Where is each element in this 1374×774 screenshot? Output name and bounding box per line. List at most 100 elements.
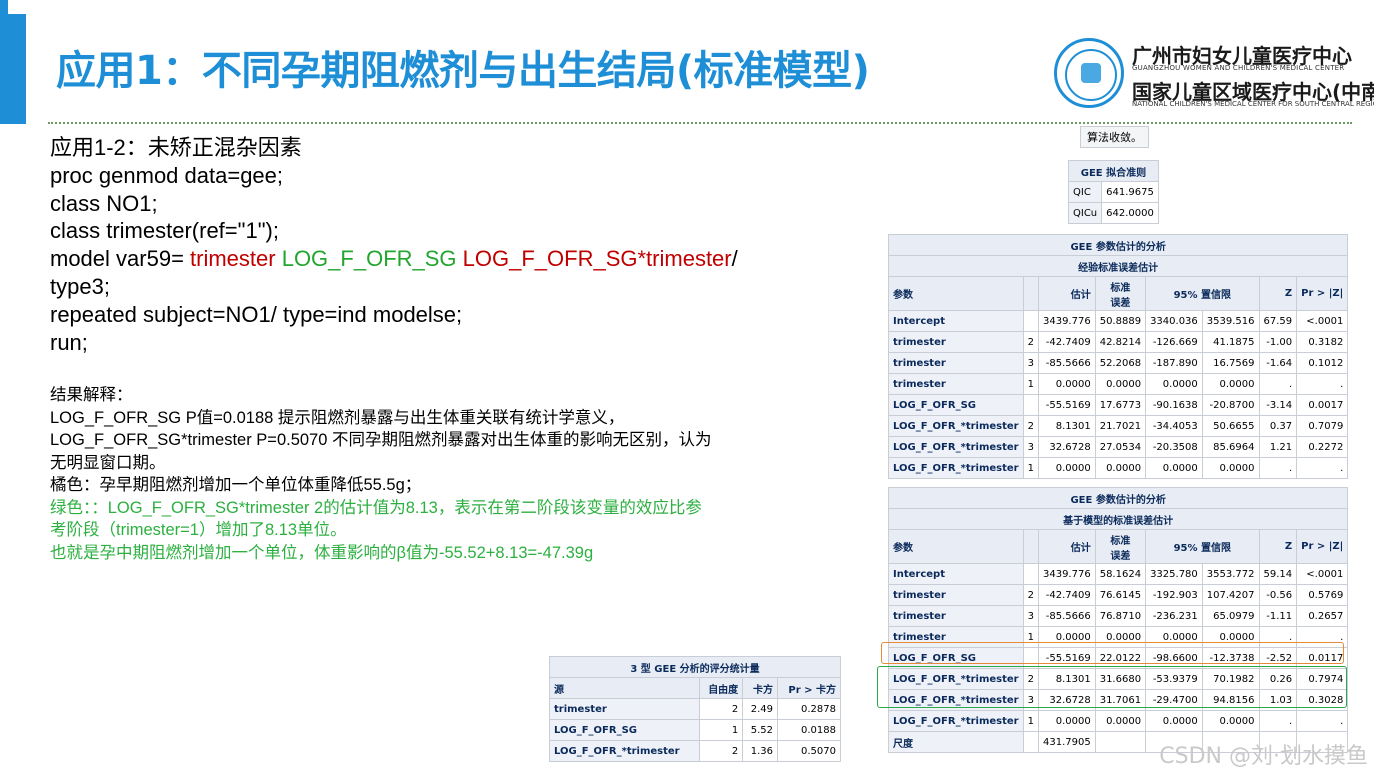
table-caption: GEE 参数估计的分析 xyxy=(887,487,1349,509)
col-z: Z xyxy=(1258,276,1298,311)
level xyxy=(1022,563,1039,585)
cell-p: 0.2272 xyxy=(1296,436,1349,458)
level xyxy=(1022,731,1039,753)
cell-lo: 3340.036 xyxy=(1145,310,1203,332)
cell-df: 2 xyxy=(698,698,744,720)
table-row: QIC 641.9675 xyxy=(1067,181,1159,203)
param-name: Intercept xyxy=(888,310,1024,332)
cell-se: 58.1624 xyxy=(1094,563,1147,585)
param-name: LOG_F_OFR_SG xyxy=(888,394,1024,416)
table-caption: GEE 参数估计的分析 xyxy=(887,234,1349,256)
cell-z: 0.37 xyxy=(1258,415,1298,437)
param-name: trimester xyxy=(888,373,1024,395)
table-row: LOG_F_OFR_*trimester 2 1.36 0.5070 xyxy=(549,740,842,762)
cell-p: . xyxy=(1296,373,1349,395)
fit-criteria-table: GEE 拟合准则 QIC 641.9675 QICu 642.0000 xyxy=(1067,160,1159,224)
explain-heading: 结果解释： xyxy=(50,386,133,404)
cell-se: 21.7021 xyxy=(1094,415,1147,437)
code-heading: 应用1-2：未矫正混杂因素 xyxy=(50,135,302,160)
code-line: repeated subject=NO1/ type=ind modelse; xyxy=(50,301,463,327)
col-ci: 95% 置信限 xyxy=(1145,529,1260,564)
cell-z: . xyxy=(1258,710,1298,732)
level: 2 xyxy=(1022,415,1039,437)
cell-p: 0.5769 xyxy=(1296,584,1349,606)
cell-se: 17.6773 xyxy=(1094,394,1147,416)
cell-hi: 16.7569 xyxy=(1201,352,1260,374)
cell-chisq: 1.36 xyxy=(742,740,778,762)
cell-se: 42.8214 xyxy=(1094,331,1147,353)
level: 2 xyxy=(1022,584,1039,606)
level xyxy=(1022,310,1039,332)
table-row: trimester 2 -42.7409 42.8214 -126.669 41.1875… xyxy=(888,331,1349,353)
cell-source: LOG_F_OFR_*trimester xyxy=(549,740,700,762)
logo-center-en: NATIONAL CHILDREN'S MEDICAL CENTER FOR S… xyxy=(1132,100,1374,108)
cell-hi: 3553.772 xyxy=(1201,563,1260,585)
table-subcaption: 经验标准误差估计 xyxy=(887,255,1349,277)
param-name: LOG_F_OFR_*trimester xyxy=(888,710,1024,732)
table-row: trimester 2 -42.7409 76.6145 -192.903 107.420… xyxy=(888,584,1349,606)
cell-est: -55.5169 xyxy=(1037,394,1096,416)
col-param: 参数 xyxy=(888,276,1024,311)
cell-hi: 0.0000 xyxy=(1201,710,1260,732)
table-row: LOG_F_OFR_SG 1 5.52 0.0188 xyxy=(549,719,842,741)
sas-code-block: 应用1-2：未矫正混杂因素 proc genmod data=gee; clas… xyxy=(50,134,738,356)
explain-green-note: 考阶段（trimester=1）增加了8.13单位。 xyxy=(50,521,347,539)
cell-lo: -20.3508 xyxy=(1145,436,1203,458)
cell-hi: 50.6655 xyxy=(1201,415,1260,437)
cell-p: 0.5070 xyxy=(776,740,842,762)
cell-lo: -34.4053 xyxy=(1145,415,1203,437)
cell-lo: -236.231 xyxy=(1145,605,1203,627)
level xyxy=(1022,394,1039,416)
table-subcaption: 基于模型的标准误差估计 xyxy=(887,508,1349,530)
cell-chisq: 2.49 xyxy=(742,698,778,720)
param-name: LOG_F_OFR_*trimester xyxy=(888,436,1024,458)
cell-p: 0.2657 xyxy=(1296,605,1349,627)
col-chisq: 卡方 xyxy=(742,677,778,699)
empirical-estimates-table: GEE 参数估计的分析 经验标准误差估计 参数 估计 标准 误差 95% 置信限 … xyxy=(887,234,1349,479)
cell-z: -1.11 xyxy=(1258,605,1298,627)
table-caption: GEE 拟合准则 xyxy=(1068,160,1159,182)
col-source: 源 xyxy=(549,677,700,699)
cell-est: 3439.776 xyxy=(1037,563,1096,585)
hospital-logo: 广州市妇女儿童医疗中心 GUANGZHOU WOMEN AND CHILDREN… xyxy=(1054,38,1374,112)
code-line-model: model var59= trimester LOG_F_OFR_SG LOG_… xyxy=(50,246,738,272)
cell-lo: 0.0000 xyxy=(1145,710,1203,732)
col-stderr: 标准 误差 xyxy=(1094,529,1147,564)
code-line: class NO1; xyxy=(50,190,158,216)
cell-hi: 0.0000 xyxy=(1201,373,1260,395)
table-row: trimester 2 2.49 0.2878 xyxy=(549,698,842,720)
cell-hi: 0.0000 xyxy=(1201,457,1260,479)
param-name: trimester xyxy=(888,331,1024,353)
code-line: class trimester(ref="1"); xyxy=(50,218,279,244)
cell-est: 8.1301 xyxy=(1037,415,1096,437)
table-row: QICu 642.0000 xyxy=(1067,202,1159,224)
cell-z: -0.56 xyxy=(1258,584,1298,606)
slide-title: 应用1：不同孕期阻燃剂与出生结局(标准模型) xyxy=(56,48,870,94)
cell-est: -42.7409 xyxy=(1037,331,1096,353)
cell-p: 0.0017 xyxy=(1296,394,1349,416)
table-row: trimester 3 -85.5666 76.8710 -236.231 65.0979… xyxy=(888,605,1349,627)
cell-hi: 41.1875 xyxy=(1201,331,1260,353)
explain-orange-note: 橘色：孕早期阻燃剂增加一个单位体重降低55.5g； xyxy=(50,476,422,494)
param-name: 尺度 xyxy=(888,731,1024,753)
cell-lo: 0.0000 xyxy=(1145,373,1203,395)
explain-green-note: 也就是孕中期阻燃剂增加一个单位，体重影响的β值为-55.52+8.13=-47.… xyxy=(50,543,594,562)
col-df: 自由度 xyxy=(698,677,744,699)
cell-z: . xyxy=(1258,457,1298,479)
cell-source: trimester xyxy=(549,698,700,720)
model-based-estimates-table: GEE 参数估计的分析 基于模型的标准误差估计 参数 估计 标准 误差 95% 置… xyxy=(887,487,1349,753)
explain-line: 无明显窗口期。 xyxy=(50,453,166,472)
cell-lo: -126.669 xyxy=(1145,331,1203,353)
hospital-seal-icon xyxy=(1054,38,1124,108)
cell-z: 59.14 xyxy=(1258,563,1298,585)
code-log-sg: LOG_F_OFR_SG xyxy=(275,246,457,272)
logo-name-en: GUANGZHOU WOMEN AND CHILDREN'S MEDICAL C… xyxy=(1132,64,1345,72)
cell-est: -85.5666 xyxy=(1037,605,1096,627)
col-p: Pr > |Z| xyxy=(1296,529,1349,564)
cell-p: . xyxy=(1296,710,1349,732)
cell-se: 0.0000 xyxy=(1094,710,1147,732)
cell-z: -1.00 xyxy=(1258,331,1298,353)
cell-se: 0.0000 xyxy=(1094,457,1147,479)
col-pchisq: Pr > 卡方 xyxy=(776,677,842,699)
orange-highlight-box xyxy=(881,642,1344,664)
